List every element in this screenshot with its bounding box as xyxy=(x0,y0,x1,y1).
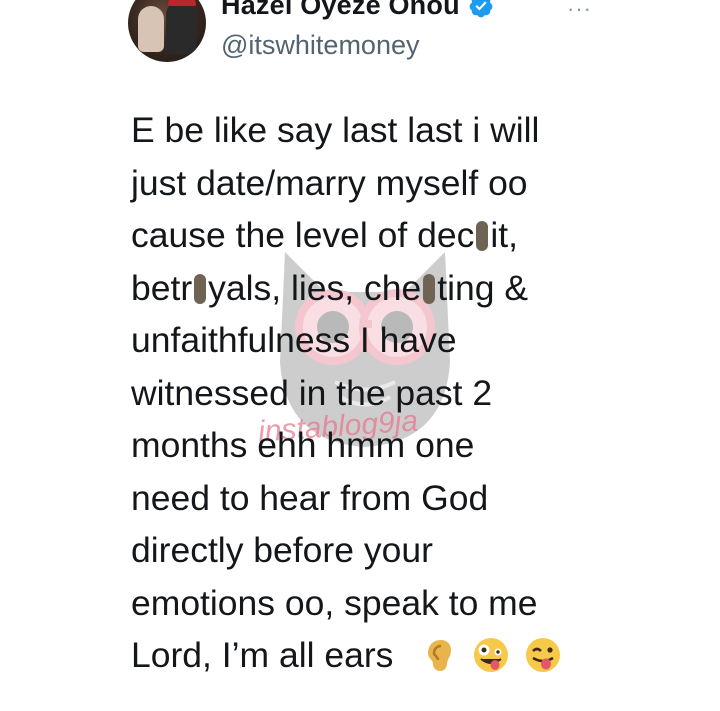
tweet-line: just date/marry myself oo xyxy=(131,162,528,203)
tweet-line: directly before your xyxy=(131,530,433,570)
avatar-figure-right xyxy=(166,0,196,54)
avatar-figure-left xyxy=(138,6,164,52)
tweet-line: need to hear from God xyxy=(131,477,489,518)
avatar-cap xyxy=(168,0,196,6)
tweet-line: Lord, I’m all ears xyxy=(131,629,671,682)
tweet-line: emotions oo, speak to me xyxy=(131,582,538,623)
tweet-card: Hazel Oyeze Onou @itswhitemoney ··· inst… xyxy=(0,0,720,711)
name-row: Hazel Oyeze Onou xyxy=(221,0,494,21)
profile-avatar[interactable] xyxy=(128,0,206,62)
tweet-line: unfaithfulness I have xyxy=(131,320,457,360)
ear-emoji-icon xyxy=(421,637,457,673)
tweet-line: cause the level of dec it, xyxy=(131,209,671,262)
tweet-text-segment: it, xyxy=(490,215,519,255)
zany-face-emoji-icon xyxy=(473,637,509,673)
display-name[interactable]: Hazel Oyeze Onou xyxy=(221,0,460,21)
user-handle[interactable]: @itswhitemoney xyxy=(221,30,419,61)
tweet-text-segment: yals, lies, che xyxy=(208,267,422,308)
tweet-text-segment: betr xyxy=(131,267,193,308)
tweet-text-segment: ting & xyxy=(437,267,529,308)
more-options-icon[interactable]: ··· xyxy=(567,0,592,22)
censor-blot xyxy=(423,273,436,304)
censor-blot xyxy=(476,221,489,251)
tweet-line: witnessed in the past 2 xyxy=(131,372,493,413)
tweet-line: E be like say last last i will xyxy=(131,110,540,150)
tweet-text-segment: Lord, I’m all ears xyxy=(131,635,394,675)
tweet-body: E be like say last last i will just date… xyxy=(131,104,671,682)
censor-blot xyxy=(194,273,207,304)
tweet-text-segment: cause the level of dec xyxy=(131,215,475,255)
verified-badge-icon xyxy=(468,0,494,19)
tweet-line: months ehh hmm one xyxy=(131,425,475,465)
winking-tongue-emoji-icon xyxy=(525,637,561,673)
tweet-line: betr yals, lies, che ting & xyxy=(131,262,671,315)
